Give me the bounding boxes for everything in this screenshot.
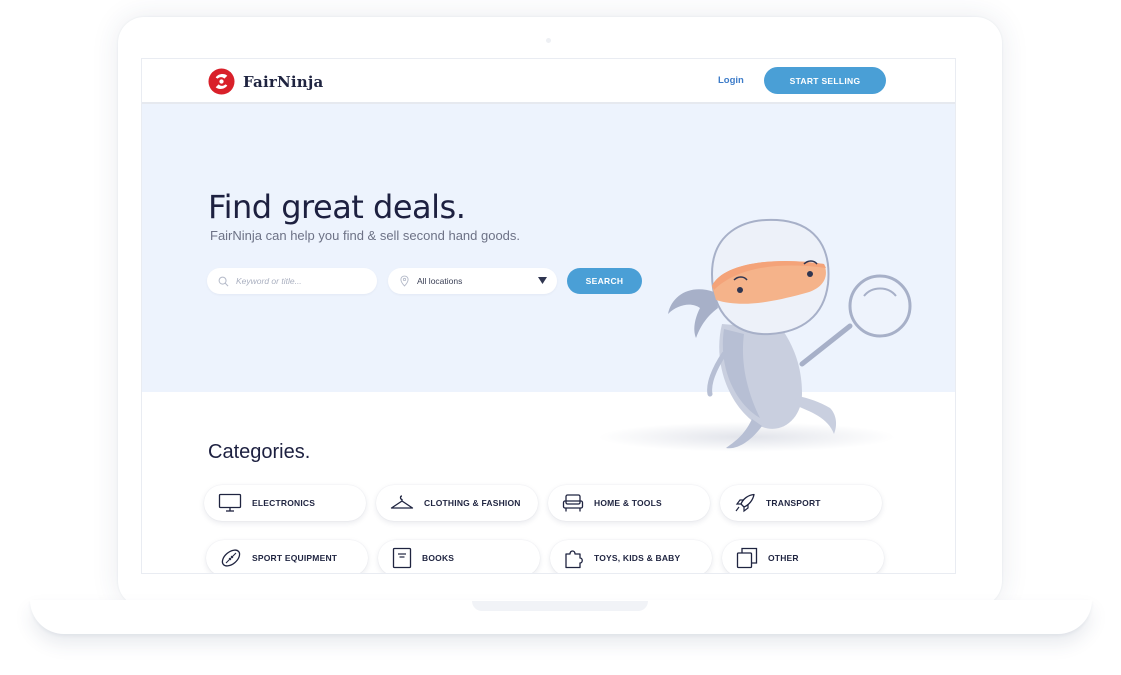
location-select[interactable]: All locations — [388, 268, 557, 294]
football-icon — [221, 549, 241, 567]
puzzle-icon — [565, 550, 583, 569]
category-label: SPORT EQUIPMENT — [252, 553, 338, 563]
monitor-icon — [218, 493, 242, 512]
category-label: HOME & TOOLS — [594, 498, 662, 508]
category-label: ELECTRONICS — [252, 498, 316, 508]
laptop-notch — [472, 601, 648, 611]
hero-subtitle: FairNinja can help you find & sell secon… — [210, 228, 521, 243]
location-value: All locations — [417, 276, 463, 286]
search-button[interactable]: SEARCH — [567, 268, 642, 294]
copy-icon — [736, 547, 758, 569]
search-placeholder: Keyword or title... — [236, 276, 302, 286]
category-clothing[interactable]: CLOTHING & FASHION — [376, 485, 538, 521]
category-home-tools[interactable]: HOME & TOOLS — [548, 485, 710, 521]
start-selling-button[interactable]: START SELLING — [764, 67, 886, 94]
category-other[interactable]: OTHER — [722, 540, 884, 573]
search-input[interactable]: Keyword or title... — [207, 268, 377, 294]
category-label: TRANSPORT — [766, 498, 821, 508]
login-link[interactable]: Login — [718, 75, 744, 86]
category-label: TOYS, KIDS & BABY — [594, 553, 681, 563]
logo[interactable]: FairNinja — [208, 68, 323, 95]
browser-screen: FairNinja Login START SELLING Find great… — [141, 58, 956, 574]
categories-title: Categories. — [208, 441, 311, 463]
brand-name: FairNinja — [243, 72, 324, 91]
category-label: CLOTHING & FASHION — [424, 498, 521, 508]
category-transport[interactable]: TRANSPORT — [720, 485, 882, 521]
category-books[interactable]: BOOKS — [378, 540, 540, 573]
rocket-icon — [735, 493, 755, 513]
ninja-mascot-illustration — [668, 218, 912, 449]
hero-section: Find great deals. FairNinja can help you… — [142, 104, 955, 452]
hero-title: Find great deals. — [208, 188, 466, 226]
map-pin-icon — [400, 275, 409, 287]
category-label: BOOKS — [422, 553, 455, 563]
ninja-star-logo-icon — [208, 68, 235, 95]
book-icon — [392, 547, 412, 569]
search-icon — [218, 276, 229, 286]
navbar: FairNinja Login START SELLING — [142, 59, 955, 104]
armchair-icon — [562, 494, 584, 512]
category-toys[interactable]: TOYS, KIDS & BABY — [550, 540, 712, 573]
category-sport[interactable]: SPORT EQUIPMENT — [206, 540, 368, 573]
category-label: OTHER — [768, 553, 799, 563]
category-electronics[interactable]: ELECTRONICS — [204, 485, 366, 521]
caret-down-icon — [538, 277, 547, 284]
hanger-icon — [390, 495, 414, 509]
camera-dot — [546, 38, 551, 43]
